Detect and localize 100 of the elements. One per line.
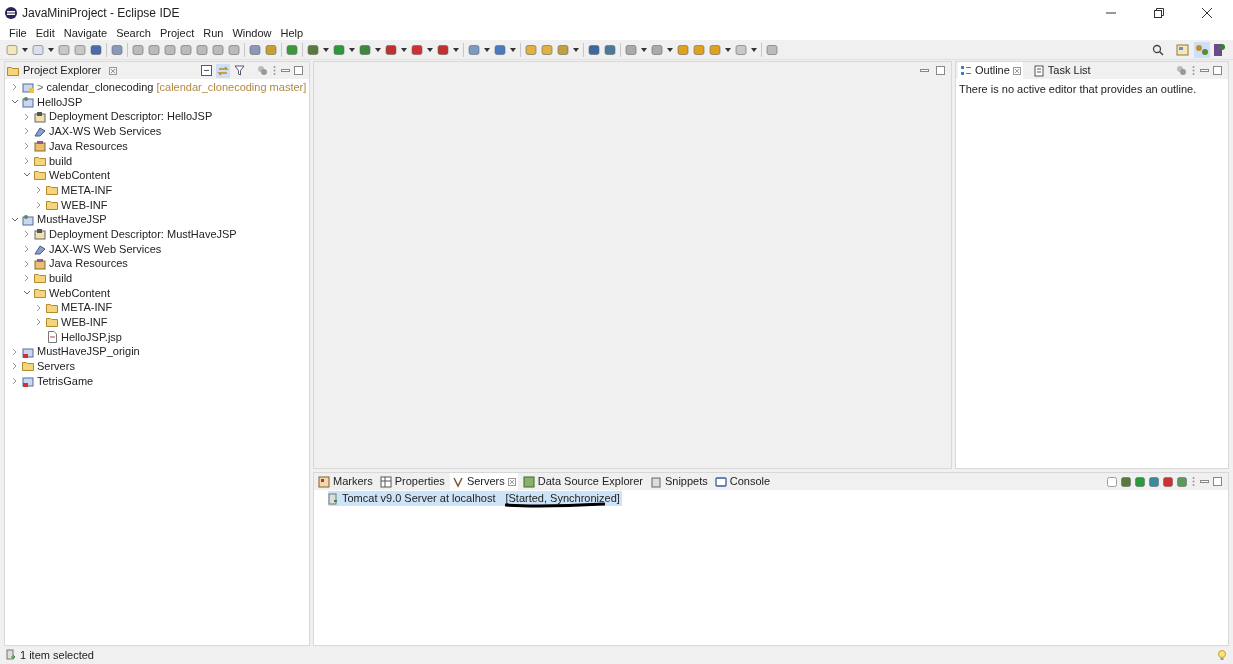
server-state: [Started, Synchronized] [505, 492, 620, 505]
dropdown-caret-icon[interactable] [751, 47, 757, 52]
java-resources-icon [34, 140, 46, 153]
server-row[interactable]: Tomcat v9.0 Server at localhost [Started, Synchronized] [328, 491, 622, 506]
dropdown-caret-icon[interactable] [427, 47, 433, 52]
project-icon [22, 345, 34, 358]
tree-item[interactable]: Java Resources [49, 255, 128, 272]
menu-item[interactable]: Search [116, 24, 151, 42]
more-options-icon[interactable] [1191, 476, 1196, 487]
menu-item[interactable]: Help [280, 24, 304, 42]
tree-item[interactable]: HelloJSP [37, 93, 83, 111]
java-resources-icon [34, 257, 46, 270]
dropdown-caret-icon[interactable] [48, 47, 54, 52]
view-tab[interactable]: Snippets [647, 473, 710, 490]
dropdown-caret-icon[interactable] [401, 47, 407, 52]
descriptor-icon [34, 110, 46, 123]
tree-item[interactable]: MustHaveJSP [37, 211, 107, 228]
maximize-icon[interactable] [936, 66, 945, 75]
task-list-icon [1032, 64, 1045, 77]
dropdown-caret-icon[interactable] [375, 47, 381, 52]
dropdown-caret-icon[interactable] [453, 47, 459, 52]
maximize-icon[interactable] [1213, 66, 1222, 75]
tree-item[interactable]: META-INF [61, 181, 113, 199]
tree-item[interactable]: TetrisGame [37, 372, 94, 390]
maximize-icon[interactable] [1213, 477, 1222, 486]
menu-item[interactable]: File [9, 24, 27, 42]
restore-icon[interactable] [1154, 8, 1164, 18]
dropdown-caret-icon[interactable] [510, 47, 516, 52]
tree-item[interactable]: JAX-WS Web Services [49, 123, 162, 140]
dropdown-caret-icon[interactable] [573, 47, 579, 52]
tree-item[interactable]: WebContent [49, 167, 110, 184]
project-icon [22, 375, 34, 388]
console-icon [714, 475, 727, 488]
folder-icon [46, 184, 58, 197]
menu-item[interactable]: Run [203, 24, 224, 42]
tree-item[interactable]: Java Resources [49, 137, 128, 155]
folder-icon [34, 154, 46, 167]
dropdown-caret-icon[interactable] [641, 47, 647, 52]
dropdown-caret-icon[interactable] [484, 47, 490, 52]
view-tab[interactable]: Task List [1030, 62, 1093, 79]
sync-icon[interactable] [257, 65, 268, 76]
web-services-icon [34, 125, 46, 138]
tree-item[interactable]: calendar_clonecoding [46, 79, 154, 96]
folder-icon [46, 301, 58, 314]
more-options-icon[interactable] [1191, 65, 1196, 76]
snippets-icon [649, 475, 662, 488]
sync-icon[interactable] [1176, 65, 1187, 76]
view-tab[interactable]: Data Source Explorer [520, 473, 645, 490]
dropdown-caret-icon[interactable] [22, 47, 28, 52]
close-icon[interactable] [1202, 8, 1212, 18]
project-icon [22, 81, 34, 94]
file-icon [46, 331, 58, 344]
git-branch-label: [calendar_clonecoding master] [156, 80, 307, 96]
menu-item[interactable]: Edit [35, 24, 55, 42]
tree-item[interactable]: HelloJSP.jsp [61, 328, 122, 346]
more-options-icon[interactable] [272, 65, 277, 76]
tree-item[interactable]: WEB-INF [61, 196, 108, 214]
java-perspective-icon[interactable] [1211, 41, 1227, 58]
view-tab[interactable]: Markers [316, 473, 375, 490]
tree-item[interactable]: build [49, 152, 73, 170]
search-icon[interactable] [1152, 43, 1164, 56]
properties-icon [379, 475, 392, 488]
tree-item[interactable]: Servers [37, 358, 75, 375]
markers-icon [318, 475, 330, 488]
folder-icon [34, 272, 46, 285]
folder-icon [34, 169, 46, 182]
view-tab[interactable]: Servers [449, 473, 518, 490]
java-ee-perspective-icon[interactable] [1194, 41, 1210, 58]
folder-icon [34, 286, 46, 299]
dropdown-caret-icon[interactable] [667, 47, 673, 52]
tree-item[interactable]: build [49, 270, 73, 287]
project-icon [22, 96, 34, 109]
dropdown-caret-icon[interactable] [323, 47, 329, 52]
tree-item[interactable]: WebContent [49, 284, 110, 302]
open-perspective-icon[interactable] [1176, 42, 1190, 57]
maximize-icon[interactable] [294, 66, 303, 75]
view-tab[interactable]: Outline [958, 62, 1023, 79]
menu-item[interactable]: Window [232, 24, 272, 42]
dropdown-caret-icon[interactable] [725, 47, 731, 52]
filter-icon[interactable] [234, 65, 245, 76]
tree-item[interactable]: META-INF [61, 299, 113, 316]
tree-item[interactable]: WEB-INF [61, 314, 108, 331]
eclipse-logo-icon [4, 6, 18, 20]
folder-icon [46, 198, 58, 211]
tree-item[interactable]: Deployment Descriptor: HelloJSP [49, 108, 213, 125]
outline-icon [960, 64, 972, 77]
view-tab[interactable]: Console [712, 473, 773, 490]
status-item-icon [6, 649, 16, 661]
menu-item[interactable]: Navigate [63, 24, 108, 42]
tree-item[interactable]: Deployment Descriptor: MustHaveJSP [49, 225, 237, 243]
dropdown-caret-icon[interactable] [349, 47, 355, 52]
tree-item[interactable]: JAX-WS Web Services [49, 240, 162, 258]
git-dirty-marker: > [37, 80, 44, 96]
project-icon [22, 213, 34, 226]
view-tab[interactable]: Properties [377, 473, 447, 490]
menu-item[interactable]: Project [160, 24, 195, 42]
folder-icon [22, 360, 34, 373]
status-text: 1 item selected [20, 647, 94, 663]
tree-item[interactable]: MustHaveJSP_origin [37, 343, 140, 360]
window-title: JavaMiniProject - Eclipse IDE [22, 5, 180, 22]
